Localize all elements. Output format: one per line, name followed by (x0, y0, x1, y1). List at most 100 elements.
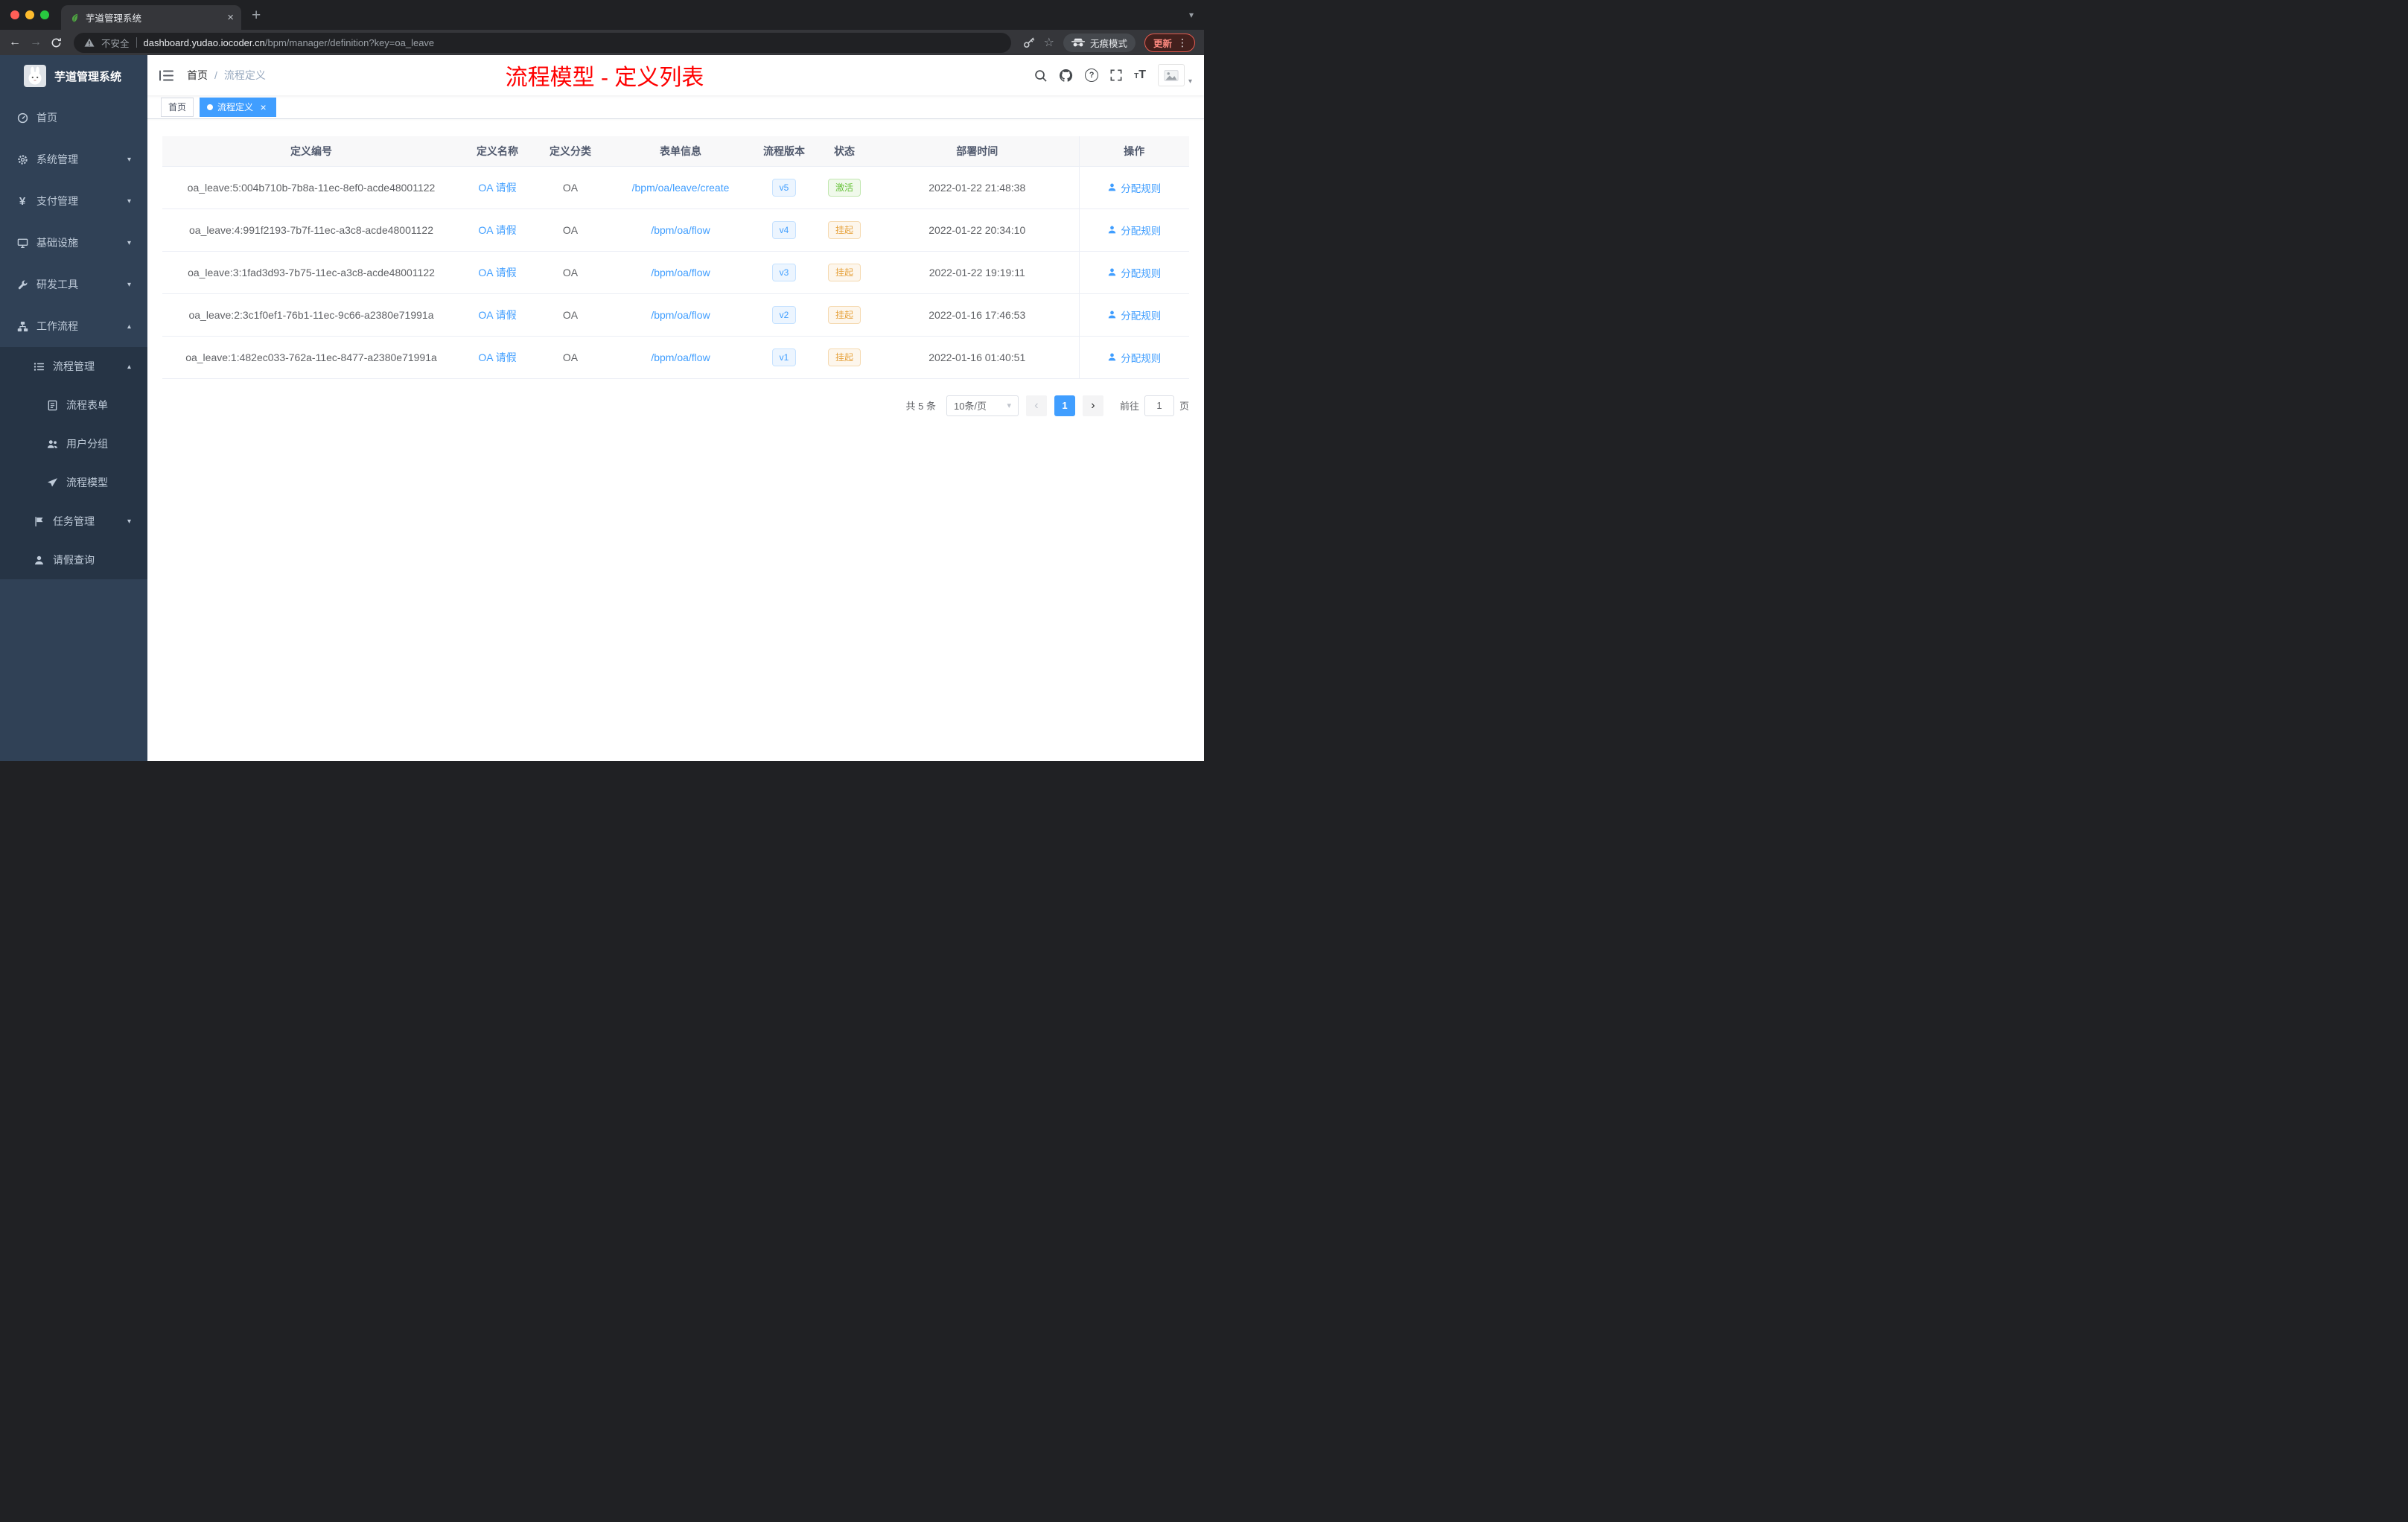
close-tab-icon[interactable] (227, 12, 234, 23)
form-link[interactable]: /bpm/oa/flow (651, 351, 710, 363)
window-zoom-button[interactable] (40, 10, 49, 19)
users-icon (46, 439, 58, 450)
breadcrumb-current: 流程定义 (223, 69, 266, 81)
forward-button[interactable] (30, 36, 42, 48)
chevron-up-icon (127, 322, 131, 331)
user-icon (1109, 183, 1116, 191)
browser-tab[interactable]: 芋道管理系统 (61, 5, 241, 30)
avatar[interactable] (1157, 64, 1185, 86)
update-label: 更新 (1153, 38, 1172, 49)
chevron-down-icon (127, 518, 131, 526)
page-1-button[interactable]: 1 (1054, 395, 1075, 416)
definition-category: OA (535, 336, 606, 379)
sidebar-item-infrastructure[interactable]: 基础设施 (0, 222, 147, 264)
sidebar-item-process-management[interactable]: 流程管理 (0, 347, 147, 386)
form-link[interactable]: /bpm/oa/flow (651, 224, 710, 236)
prev-page-button[interactable] (1025, 395, 1047, 416)
fullscreen-icon[interactable] (1110, 69, 1122, 81)
back-button[interactable] (9, 36, 21, 48)
assign-rule-link[interactable]: 分配规则 (1107, 308, 1161, 322)
sidebar-item-system[interactable]: 系统管理 (0, 138, 147, 180)
breadcrumb-home-link[interactable]: 首页 (187, 68, 208, 83)
chevron-down-icon (127, 197, 131, 206)
font-size-icon[interactable] (1134, 69, 1146, 82)
update-button[interactable]: 更新 (1144, 33, 1195, 52)
breadcrumb: 首页 流程定义 (187, 68, 266, 83)
assign-rule-link[interactable]: 分配规则 (1107, 223, 1161, 238)
sidebar-item-payment[interactable]: 支付管理 (0, 180, 147, 222)
assign-rule-link[interactable]: 分配规则 (1107, 350, 1161, 365)
goto-page-input[interactable] (1144, 395, 1174, 416)
user-icon (1109, 268, 1116, 276)
form-link[interactable]: /bpm/oa/flow (651, 267, 710, 278)
sidebar-item-process-form[interactable]: 流程表单 (0, 386, 147, 424)
red-annotation-text: 流程模型 - 定义列表 (505, 66, 704, 90)
definition-name-link[interactable]: OA 请假 (478, 224, 516, 236)
help-icon[interactable] (1085, 69, 1099, 82)
reload-button[interactable] (51, 37, 62, 48)
sidebar-item-devtools[interactable]: 研发工具 (0, 264, 147, 305)
chevron-down-icon[interactable] (1188, 77, 1192, 86)
tab-search-icon[interactable] (1189, 10, 1194, 20)
sidebar-item-process-model[interactable]: 流程模型 (0, 463, 147, 502)
form-link[interactable]: /bpm/oa/leave/create (632, 182, 730, 194)
definition-table: 定义编号 定义名称 定义分类 表单信息 流程版本 状态 部署时间 操作 oa_l (162, 136, 1189, 379)
navbar-actions (1034, 64, 1192, 86)
bookmark-star-icon[interactable] (1044, 35, 1054, 50)
column-header-deploy-time: 部署时间 (876, 136, 1079, 167)
address-bar[interactable]: 不安全 dashboard.yudao.iocoder.cn/bpm/manag… (74, 32, 1011, 53)
active-dot (207, 104, 214, 110)
key-icon[interactable] (1023, 36, 1035, 48)
definition-name-link[interactable]: OA 请假 (478, 267, 516, 278)
sidebar-item-user-group[interactable]: 用户分组 (0, 424, 147, 463)
sidebar-item-label: 工作流程 (36, 320, 78, 332)
definition-category: OA (535, 293, 606, 337)
sidebar-item-task-management[interactable]: 任务管理 (0, 502, 147, 541)
chevron-up-icon (127, 363, 131, 371)
sidebar-item-label: 用户分组 (66, 438, 108, 450)
form-link[interactable]: /bpm/oa/flow (651, 309, 710, 321)
user-icon (1109, 226, 1116, 234)
definition-name-link[interactable]: OA 请假 (478, 351, 516, 363)
assign-rule-link[interactable]: 分配规则 (1107, 180, 1161, 195)
flag-icon (33, 516, 45, 527)
tag-home[interactable]: 首页 (161, 97, 194, 117)
sidebar-item-workflow[interactable]: 工作流程 (0, 305, 147, 347)
browser-menu-icon[interactable] (1177, 37, 1188, 48)
table-row: oa_leave:2:3c1f0ef1-76b1-11ec-9c66-a2380… (162, 293, 1189, 337)
github-icon[interactable] (1059, 69, 1073, 83)
column-header-name: 定义名称 (460, 136, 535, 167)
window-close-button[interactable] (10, 10, 19, 19)
assign-rule-link[interactable]: 分配规则 (1107, 265, 1161, 280)
sidebar-item-label: 流程模型 (66, 477, 108, 488)
close-tag-icon[interactable] (258, 101, 269, 112)
warning-icon (84, 38, 95, 47)
yen-icon (16, 195, 28, 208)
column-header-status: 状态 (813, 136, 876, 167)
sidebar-item-home[interactable]: 首页 (0, 97, 147, 138)
table-header-row: 定义编号 定义名称 定义分类 表单信息 流程版本 状态 部署时间 操作 (162, 136, 1189, 167)
window-minimize-button[interactable] (25, 10, 34, 19)
browser-tab-strip: 芋道管理系统 (0, 0, 1204, 30)
goto-page: 前往 页 (1120, 395, 1189, 416)
logo-avatar (24, 65, 46, 87)
version-tag: v4 (771, 220, 797, 239)
status-badge: 挂起 (827, 263, 861, 281)
tag-process-definition[interactable]: 流程定义 (200, 97, 277, 117)
sidebar-item-leave-query[interactable]: 请假查询 (0, 541, 147, 579)
next-page-button[interactable] (1082, 395, 1103, 416)
definition-name-link[interactable]: OA 请假 (478, 309, 516, 321)
search-icon[interactable] (1034, 69, 1047, 82)
new-tab-button[interactable] (252, 7, 261, 23)
deploy-time: 2022-01-16 17:46:53 (876, 293, 1079, 337)
definition-name-link[interactable]: OA 请假 (478, 182, 516, 194)
sidebar-toggle-icon[interactable] (159, 70, 173, 81)
favicon-icon (69, 13, 79, 23)
user-menu[interactable] (1157, 64, 1192, 86)
chevron-down-icon (127, 156, 131, 164)
main-area: 首页 流程定义 流程模型 - 定义列表 (147, 55, 1204, 761)
user-icon (1109, 311, 1116, 319)
status-badge: 挂起 (827, 220, 861, 239)
page-size-select[interactable]: 10条/页 (946, 395, 1019, 416)
security-label[interactable]: 不安全 (101, 36, 130, 50)
